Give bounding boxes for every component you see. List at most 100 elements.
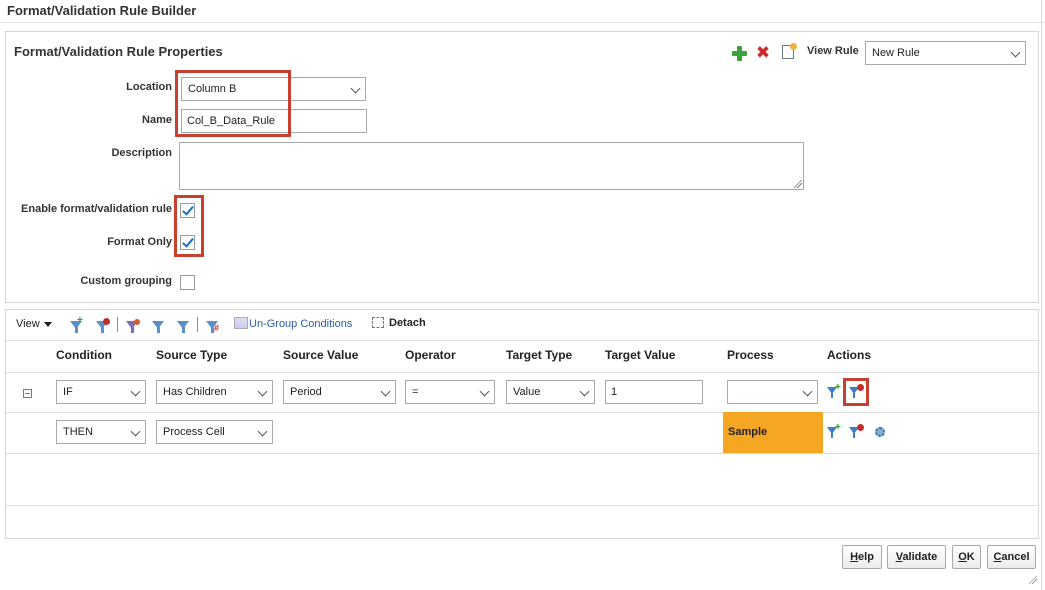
target-type-value: Value (513, 386, 541, 398)
add-condition-icon[interactable]: + (68, 316, 86, 333)
source-type-value: Has Children (163, 386, 227, 398)
column-header-target-type: Target Type (506, 348, 573, 362)
dialog-resize-grip-icon[interactable] (1029, 576, 1037, 584)
chevron-down-icon (257, 386, 268, 397)
view-rule-label: View Rule (807, 45, 859, 57)
detach-icon (372, 317, 384, 328)
then-source-type-select[interactable]: Process Cell (156, 420, 273, 444)
process-select[interactable] (727, 380, 818, 404)
process-sample-cell[interactable]: Sample (723, 412, 823, 453)
detach-label: Detach (389, 317, 426, 329)
edit-rule-icon[interactable] (782, 43, 797, 59)
location-select[interactable]: Column B (181, 77, 366, 101)
ok-label: K (966, 551, 975, 563)
delete-condition-icon[interactable] (94, 317, 112, 333)
cut-condition-icon[interactable] (124, 317, 142, 333)
chevron-down-icon (130, 386, 141, 397)
delete-condition-row-icon[interactable] (849, 424, 865, 440)
column-header-source-value: Source Value (283, 348, 359, 362)
chevron-down-icon (479, 386, 490, 397)
cancel-button[interactable]: Cancel (987, 545, 1036, 569)
grid-divider (6, 505, 1038, 506)
help-button[interactable]: Help (842, 545, 882, 569)
target-value-input[interactable]: 1 (605, 380, 703, 404)
then-condition-value: THEN (63, 426, 93, 438)
chevron-down-icon (380, 386, 391, 397)
column-header-target-value: Target Value (605, 348, 676, 362)
enable-label: Enable format/validation rule (21, 203, 172, 215)
name-input[interactable]: Col_B_Data_Rule (181, 109, 367, 133)
ungroup-conditions-label: Un-Group Conditions (249, 318, 353, 330)
grid-divider (6, 372, 1038, 373)
view-rule-value: New Rule (872, 47, 920, 59)
toolbar-separator (117, 317, 118, 332)
column-header-source-type: Source Type (156, 348, 228, 362)
ok-mnemonic: O (958, 551, 967, 563)
description-textarea[interactable] (179, 142, 804, 190)
name-label: Name (142, 114, 172, 126)
enable-checkbox[interactable] (180, 203, 195, 218)
then-source-type-value: Process Cell (163, 426, 225, 438)
custom-grouping-label: Custom grouping (80, 275, 172, 287)
broken-image-icon (234, 317, 248, 329)
detach-button[interactable]: Detach (372, 317, 426, 329)
add-rule-icon[interactable] (731, 45, 747, 61)
grid-divider (6, 340, 1038, 341)
grid-divider (6, 453, 1038, 454)
description-label: Description (111, 147, 172, 159)
source-value-select[interactable]: Period (283, 380, 396, 404)
operator-select[interactable]: = (405, 380, 495, 404)
chevron-down-icon (579, 386, 590, 397)
collapse-icon[interactable] (23, 389, 32, 398)
caret-down-icon (43, 321, 52, 327)
toolbar-separator (197, 317, 198, 332)
location-label: Location (126, 81, 172, 93)
group-conditions-icon[interactable]: # (204, 317, 222, 333)
chevron-down-icon (257, 426, 268, 437)
validate-label: alidate (902, 551, 938, 563)
chevron-down-icon (350, 83, 361, 94)
help-label: elp (858, 551, 874, 563)
chevron-down-icon (130, 426, 141, 437)
ok-button[interactable]: OK (952, 545, 981, 569)
paste-condition-icon[interactable] (175, 317, 193, 333)
operator-value: = (412, 386, 419, 398)
source-type-select[interactable]: Has Children (156, 380, 273, 404)
view-menu-label: View (16, 318, 40, 330)
dialog-title: Format/Validation Rule Builder (7, 3, 197, 18)
chevron-down-icon (1010, 47, 1021, 58)
copy-condition-icon[interactable] (150, 317, 168, 333)
ungroup-conditions-link[interactable]: Un-Group Conditions (234, 317, 352, 330)
source-value-value: Period (290, 386, 322, 398)
format-only-label: Format Only (107, 236, 172, 248)
view-rule-select[interactable]: New Rule (865, 41, 1026, 65)
delete-condition-row-icon[interactable] (849, 384, 865, 400)
conditions-panel: View + # Un-Group Conditions Detach Cond… (5, 309, 1039, 539)
column-header-actions: Actions (827, 348, 872, 362)
column-header-process: Process (727, 348, 774, 362)
format-only-checkbox[interactable] (180, 235, 195, 250)
cancel-label: ancel (1001, 551, 1030, 563)
then-condition-select[interactable]: THEN (56, 420, 146, 444)
chevron-down-icon (802, 386, 813, 397)
column-header-operator: Operator (405, 348, 456, 362)
process-settings-icon[interactable] (870, 424, 886, 440)
validate-button[interactable]: Validate (887, 545, 946, 569)
help-mnemonic: H (850, 551, 859, 563)
column-header-condition: Condition (56, 348, 112, 362)
dialog-border (1041, 0, 1042, 590)
add-condition-row-icon[interactable]: + (827, 383, 843, 400)
condition-value: IF (63, 386, 73, 398)
delete-rule-icon[interactable]: ✖ (755, 44, 771, 61)
grid-divider (6, 412, 1038, 413)
properties-title: Format/Validation Rule Properties (14, 44, 223, 59)
target-type-select[interactable]: Value (506, 380, 595, 404)
condition-select[interactable]: IF (56, 380, 146, 404)
properties-panel: Format/Validation Rule Properties ✖ View… (5, 31, 1039, 303)
custom-grouping-checkbox[interactable] (180, 275, 195, 290)
resize-grip-icon[interactable] (794, 180, 802, 188)
view-menu[interactable]: View (16, 318, 52, 330)
location-value: Column B (188, 83, 237, 95)
add-condition-row-icon[interactable]: + (827, 423, 843, 440)
title-divider (0, 22, 1045, 23)
